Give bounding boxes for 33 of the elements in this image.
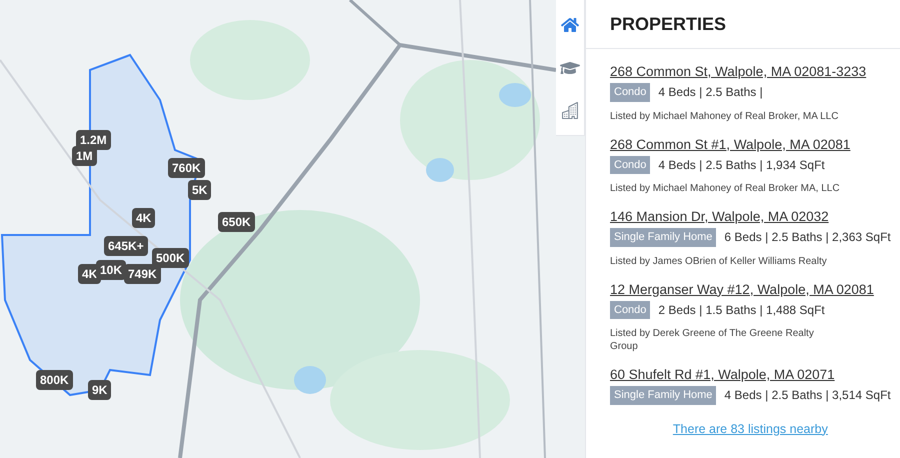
property-type-tag: Single Family Home (610, 386, 716, 404)
listing-address-link[interactable]: 268 Common St #1, Walpole, MA 02081 (610, 136, 891, 154)
property-type-tag: Condo (610, 300, 650, 319)
property-type-tag: Condo (610, 156, 650, 174)
property-type-tag: Single Family Home (610, 228, 716, 246)
price-marker[interactable]: 800K (36, 370, 73, 390)
price-marker[interactable]: 749K (124, 264, 161, 284)
listing-address-link[interactable]: 146 Mansion Dr, Walpole, MA 02032 (610, 208, 891, 226)
price-marker[interactable]: 650K (218, 212, 255, 232)
listing-agent: Listed by Michael Mahoney of Real Broker MA, LLC (610, 182, 841, 195)
listing-details: 4 Beds | 2.5 Baths | 1,934 SqFt (658, 156, 825, 174)
price-marker[interactable]: 4K (132, 208, 156, 228)
price-marker[interactable]: 760K (168, 158, 205, 178)
building-icon (562, 102, 578, 119)
panel-title: PROPERTIES (610, 12, 726, 36)
listing-address-link[interactable]: 60 Shufelt Rd #1, Walpole, MA 02071 (610, 366, 891, 384)
price-marker[interactable]: 9K (88, 380, 112, 400)
price-marker[interactable]: 10K (96, 260, 126, 280)
listing-details: 6 Beds | 2.5 Baths | 2,363 SqFt (724, 229, 891, 246)
listing-agent: Listed by Michael Mahoney of Real Broker, MA LLC (610, 110, 840, 122)
price-marker[interactable]: 500K (152, 248, 189, 268)
listing-details: 2 Beds | 1.5 Baths | 1,488 SqFt (658, 302, 825, 319)
price-marker[interactable]: 645K+ (104, 236, 148, 256)
listing-address-link[interactable]: 12 Merganser Way #12, Walpole, MA 02081 (610, 280, 891, 298)
price-marker[interactable]: 1M (72, 146, 97, 166)
price-marker[interactable]: 5K (188, 180, 212, 200)
listing-details: 4 Beds | 2.5 Baths | (658, 84, 763, 102)
home-icon (561, 16, 579, 34)
listing-agent: Listed by Derek Greene of The Greene Realty Group (610, 327, 815, 353)
property-type-tag: Condo (610, 83, 650, 102)
listing-details: 4 Beds | 2.5 Baths | 3,514 SqFt (724, 387, 891, 404)
listing-agent: Listed by James OBrien of Keller Williams Realty (610, 254, 828, 268)
listing-address-link[interactable]: 268 Common St, Walpole, MA 02081-3233 (610, 63, 891, 81)
